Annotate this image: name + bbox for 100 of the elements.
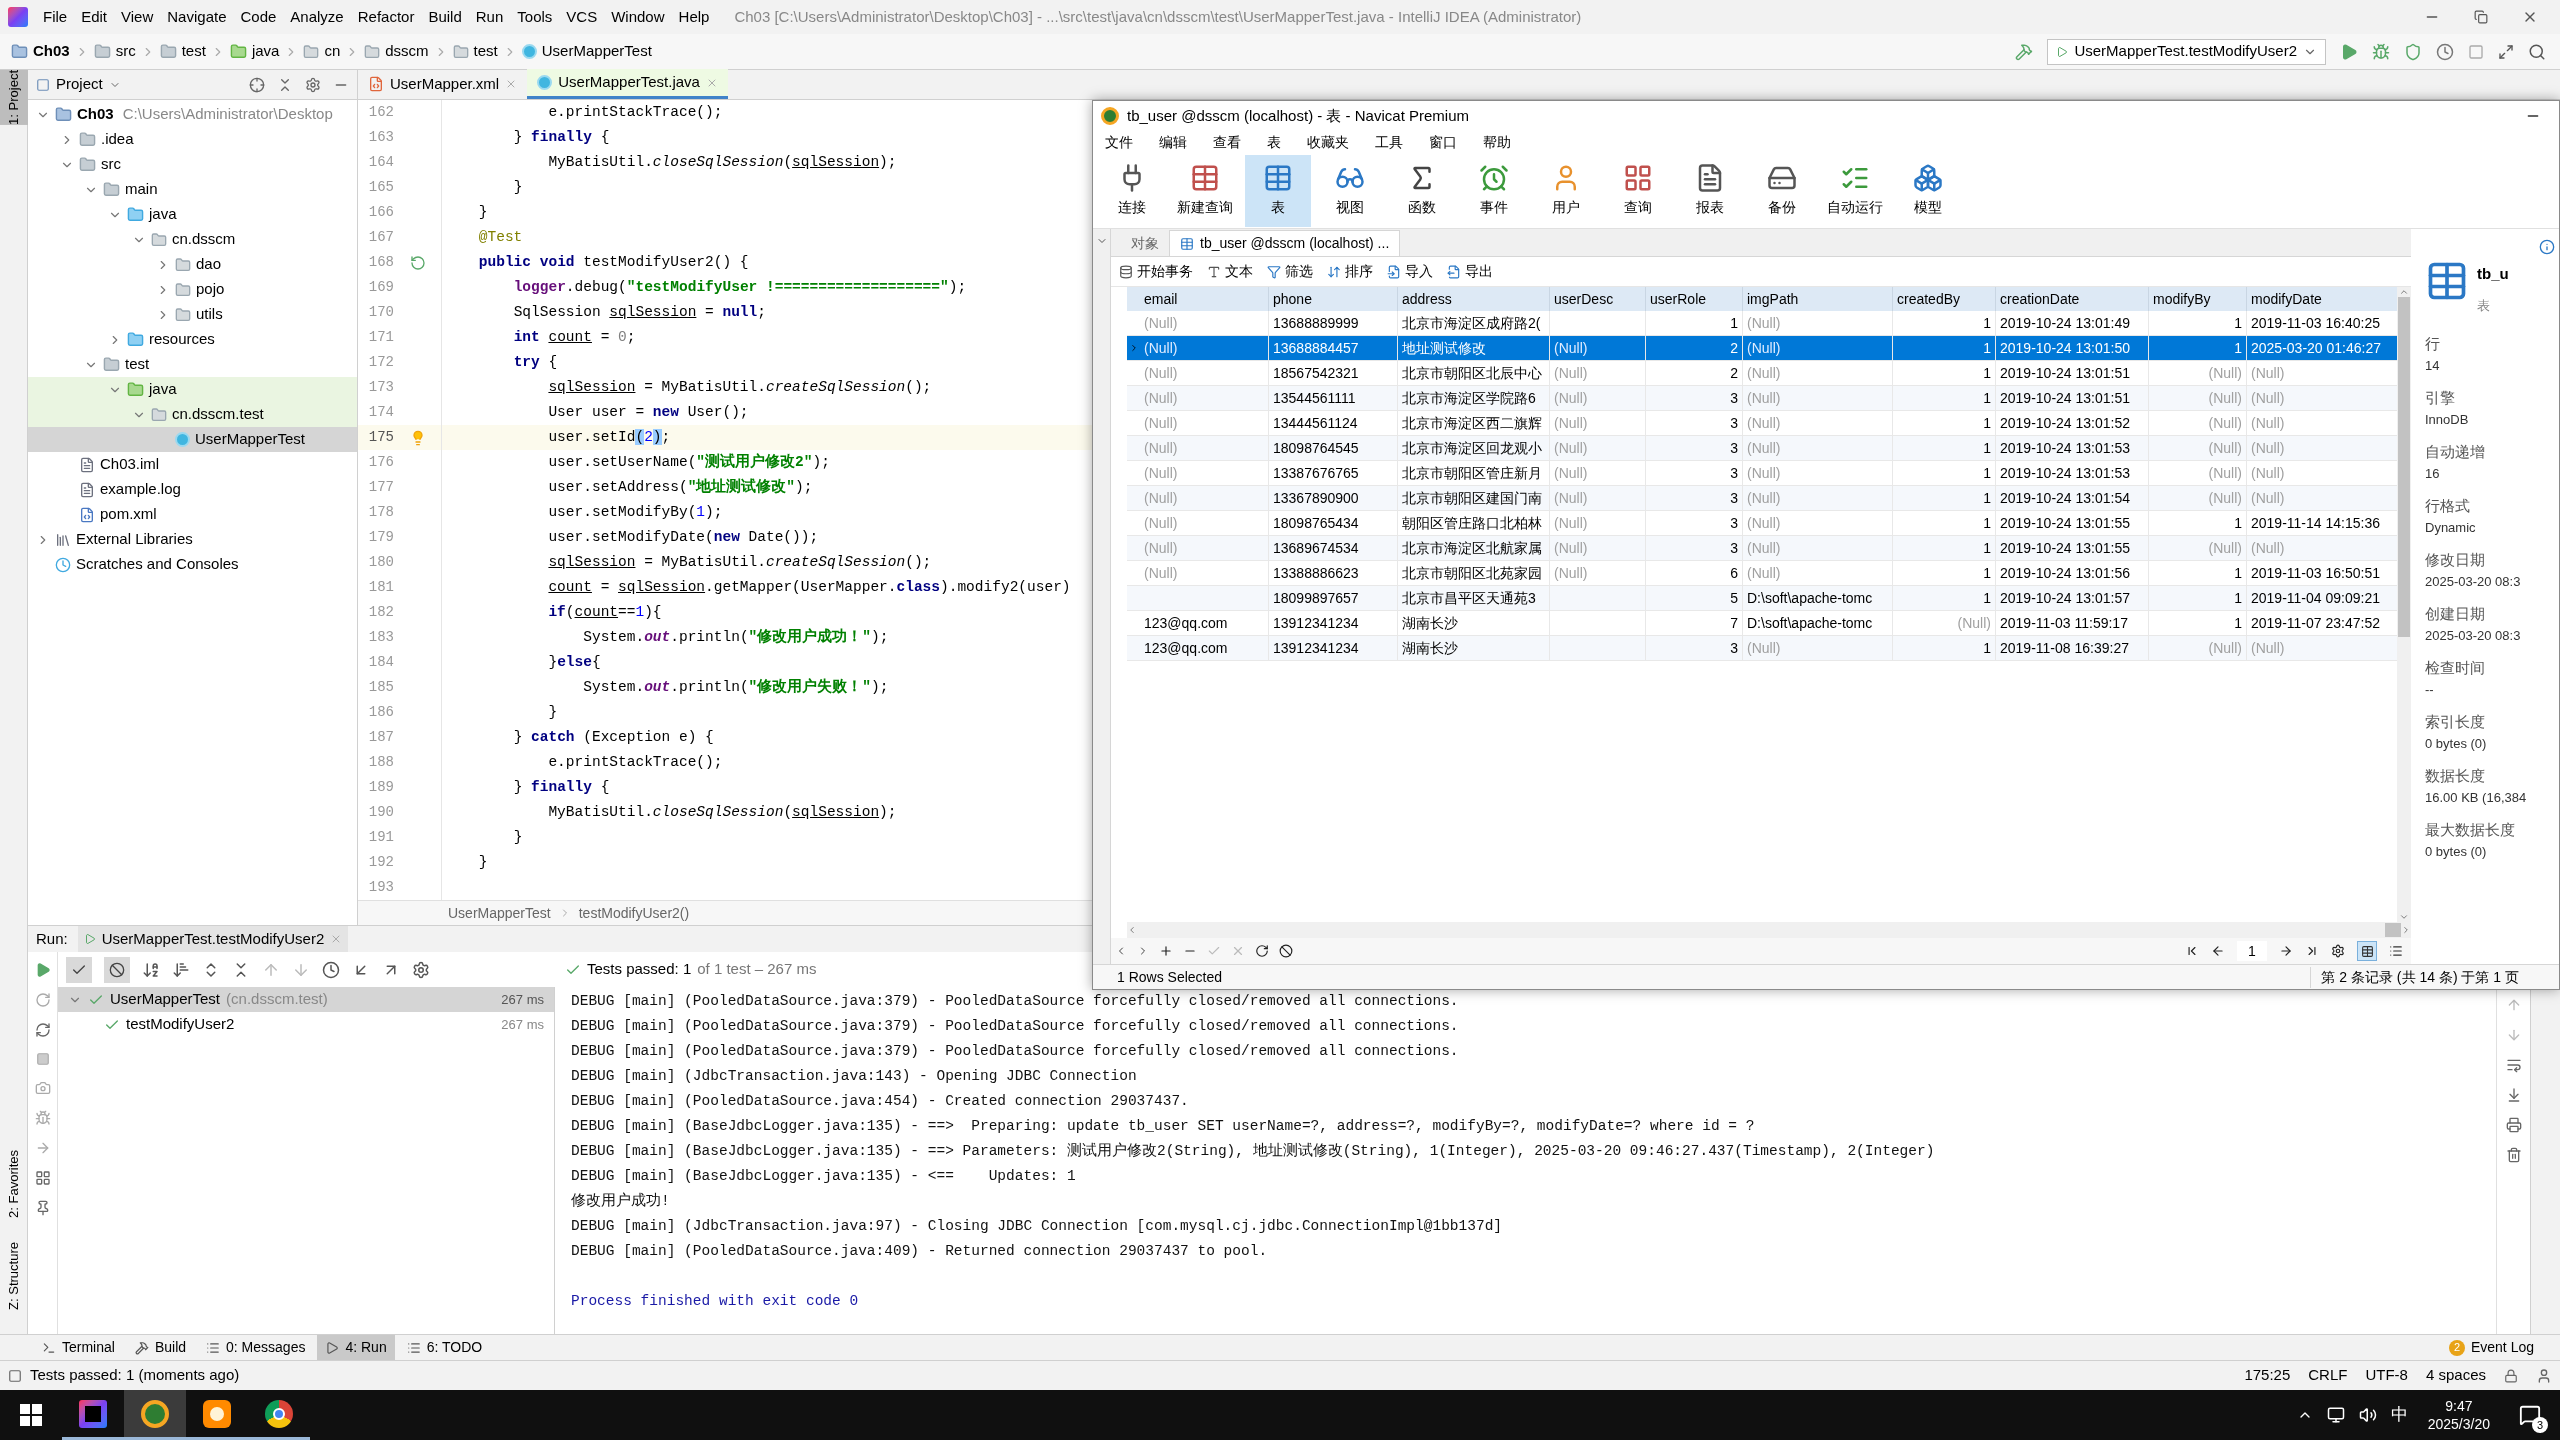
status-item[interactable]: 175:25: [2244, 1364, 2291, 1387]
test-tree-item[interactable]: testModifyUser2 267 ms: [58, 1012, 554, 1037]
editor-tab[interactable]: UserMapperTest.java: [527, 69, 728, 99]
menu-item[interactable]: 帮助: [1483, 131, 1511, 153]
scrollbar-thumb[interactable]: [2398, 297, 2410, 637]
grid-action-button[interactable]: 文本: [1207, 261, 1253, 282]
toolbar-button[interactable]: 新建查询: [1171, 154, 1239, 227]
code-breadcrumb[interactable]: UserMapperTest: [448, 902, 551, 924]
menu-item[interactable]: View: [114, 5, 161, 29]
tree-item[interactable]: example.log: [28, 477, 357, 502]
locate-icon[interactable]: [249, 76, 265, 93]
tree-item[interactable]: pojo: [28, 277, 357, 302]
info-icon[interactable]: [2539, 239, 2555, 255]
toolbar-button[interactable]: 报表: [1677, 154, 1743, 227]
table-row[interactable]: (Null) 13689674534 北京市海淀区北航家属 (Null) 3 (Null) 1 2019-10-24 13:01:55 (Null) (Null): [1127, 536, 2397, 561]
ime-indicator[interactable]: 中: [2390, 1402, 2408, 1428]
tool-window-tab[interactable]: Terminal: [34, 1334, 123, 1361]
tool-window-tab[interactable]: 2: Favorites: [0, 1150, 28, 1219]
menu-item[interactable]: 查看: [1213, 131, 1241, 153]
lock-icon[interactable]: [2504, 1368, 2518, 1383]
history-icon[interactable]: [322, 960, 340, 979]
breadcrumb[interactable]: Ch03: [8, 40, 73, 63]
form-view-icon[interactable]: [2389, 944, 2403, 958]
menu-item[interactable]: 编辑: [1159, 131, 1187, 153]
show-passed-toggle[interactable]: [66, 956, 92, 983]
menu-item[interactable]: 表: [1267, 131, 1281, 153]
tree-item[interactable]: cn.dsscm.test: [28, 402, 357, 427]
menu-item[interactable]: 工具: [1375, 131, 1403, 153]
toolbar-button[interactable]: 备份: [1749, 154, 1815, 227]
table-row[interactable]: (Null) 13688889999 北京市海淀区成府路2( 1 (Null) 1 2019-10-24 13:01:49 1 2019-11-03 16:40:25: [1127, 311, 2397, 336]
toolbar-button[interactable]: 用户: [1533, 154, 1599, 227]
toolbar-button[interactable]: 模型: [1895, 154, 1961, 227]
menu-item[interactable]: Navigate: [160, 5, 234, 29]
table-row[interactable]: (Null) 13444561124 北京市海淀区西二旗辉 (Null) 3 (Null) 1 2019-10-24 13:01:52 (Null) (Null): [1127, 411, 2397, 436]
table-row[interactable]: (Null) 18098765434 朝阳区管庄路口北柏林 (Null) 3 (Null) 1 2019-10-24 13:01:55 1 2019-11-14 14:15:36: [1127, 511, 2397, 536]
toolbar-button[interactable]: 表: [1245, 154, 1311, 227]
add-record-icon[interactable]: [1159, 944, 1173, 958]
table-row[interactable]: (Null) 18567542321 北京市朝阳区北辰中心 (Null) 2 (Null) 1 2019-10-24 13:01:51 (Null) (Null): [1127, 361, 2397, 386]
soft-wrap-icon[interactable]: [2505, 1057, 2522, 1073]
menu-item[interactable]: File: [36, 5, 75, 29]
menu-item[interactable]: 文件: [1105, 131, 1133, 153]
tree-item[interactable]: java: [28, 202, 357, 227]
notification-button[interactable]: 3: [2510, 1395, 2550, 1435]
stop-icon[interactable]: [1279, 944, 1293, 958]
refresh-icon[interactable]: [1255, 944, 1269, 958]
network-icon[interactable]: [2326, 1406, 2345, 1424]
breadcrumb[interactable]: test: [449, 40, 501, 63]
debug-icon[interactable]: [2372, 42, 2390, 61]
grid-action-button[interactable]: 开始事务: [1119, 261, 1193, 282]
code-breadcrumb[interactable]: testModifyUser2(): [578, 902, 690, 924]
grid-action-button[interactable]: 筛选: [1267, 261, 1313, 282]
table-row[interactable]: (Null) 13544561111 北京市海淀区学院路6 (Null) 3 (Null) 1 2019-10-24 13:01:51 (Null) (Null): [1127, 386, 2397, 411]
editor-tab[interactable]: UserMapper.xml: [358, 69, 528, 99]
sort-alpha-icon[interactable]: [142, 960, 160, 979]
tree-item[interactable]: Ch03.iml: [28, 452, 357, 477]
tool-window-tab[interactable]: Z: Structure: [0, 1242, 28, 1310]
tree-item[interactable]: utils: [28, 302, 357, 327]
previous-page-icon[interactable]: [2211, 944, 2225, 958]
tree-item[interactable]: java: [28, 377, 357, 402]
toolbar-button[interactable]: 自动运行: [1821, 154, 1889, 227]
project-view-dropdown[interactable]: Project: [36, 73, 121, 96]
search-icon[interactable]: [2528, 42, 2546, 61]
status-item[interactable]: CRLF: [2308, 1364, 2348, 1387]
table-row[interactable]: (Null) 18098764545 北京市海淀区回龙观小 (Null) 3 (Null) 1 2019-10-24 13:01:53 (Null) (Null): [1127, 436, 2397, 461]
sort-duration-icon[interactable]: [172, 960, 190, 979]
breadcrumb[interactable]: cn: [300, 40, 344, 63]
menu-item[interactable]: Refactor: [350, 5, 422, 29]
tree-item[interactable]: pom.xml: [28, 502, 357, 527]
toolbar-button[interactable]: 视图: [1317, 154, 1383, 227]
grid-action-button[interactable]: 排序: [1327, 261, 1373, 282]
first-page-icon[interactable]: [2185, 944, 2199, 958]
table-row[interactable]: 18099897657 北京市昌平区天通苑3 5 D:\soft\apache-tomc 1 2019-10-24 13:01:57 1 2019-11-04 09:09:21: [1127, 586, 2397, 611]
table-row[interactable]: 123@qq.com 13912341234 湖南长沙 3 (Null) 1 2019-11-08 16:39:27 (Null) (Null): [1127, 636, 2397, 661]
tool-window-tab[interactable]: 4: Run: [317, 1334, 395, 1361]
event-log-button[interactable]: 2 Event Log: [2448, 1337, 2534, 1358]
tree-item[interactable]: cn.dsscm: [28, 227, 357, 252]
menu-item[interactable]: Help: [671, 5, 717, 29]
tree-item[interactable]: test: [28, 352, 357, 377]
run-tab[interactable]: UserMapperTest.testModifyUser2: [77, 926, 349, 952]
status-item[interactable]: 4 spaces: [2425, 1364, 2486, 1387]
grid-action-button[interactable]: 导入: [1387, 261, 1433, 282]
tree-item[interactable]: resources: [28, 327, 357, 352]
table-row[interactable]: (Null) 13367890900 北京市朝阳区建国门南 (Null) 3 (Null) 1 2019-10-24 13:01:54 (Null) (Null): [1127, 486, 2397, 511]
object-tab[interactable]: 对象: [1121, 230, 1169, 256]
menu-item[interactable]: Code: [233, 5, 284, 29]
menu-item[interactable]: Window: [604, 5, 672, 29]
table-row[interactable]: (Null) 13688884457 地址测试修改 (Null) 2 (Null) 1 2019-10-24 13:01:50 1 2025-03-20 01:46:27: [1127, 336, 2397, 361]
tree-item[interactable]: main: [28, 177, 357, 202]
test-tree-item[interactable]: UserMapperTest (cn.dsscm.test) 267 ms: [58, 987, 554, 1012]
print-icon[interactable]: [2505, 1117, 2522, 1133]
tool-window-tab[interactable]: 6: TODO: [398, 1334, 491, 1361]
menu-item[interactable]: 窗口: [1429, 131, 1457, 153]
menu-item[interactable]: Analyze: [283, 5, 351, 29]
settings-icon[interactable]: [412, 960, 430, 979]
table-row[interactable]: 123@qq.com 13912341234 湖南长沙 7 D:\soft\apache-tomc (Null) 2019-11-03 11:59:17 1 2019-11-07 23:47:52: [1127, 611, 2397, 636]
clock[interactable]: 9:47 2025/3/20: [2421, 1397, 2496, 1433]
page-field[interactable]: 1: [2237, 941, 2267, 961]
layout-icon[interactable]: [34, 1170, 51, 1186]
run-config-dropdown[interactable]: UserMapperTest.testModifyUser2: [2047, 38, 2326, 65]
menu-item[interactable]: Tools: [510, 5, 560, 29]
